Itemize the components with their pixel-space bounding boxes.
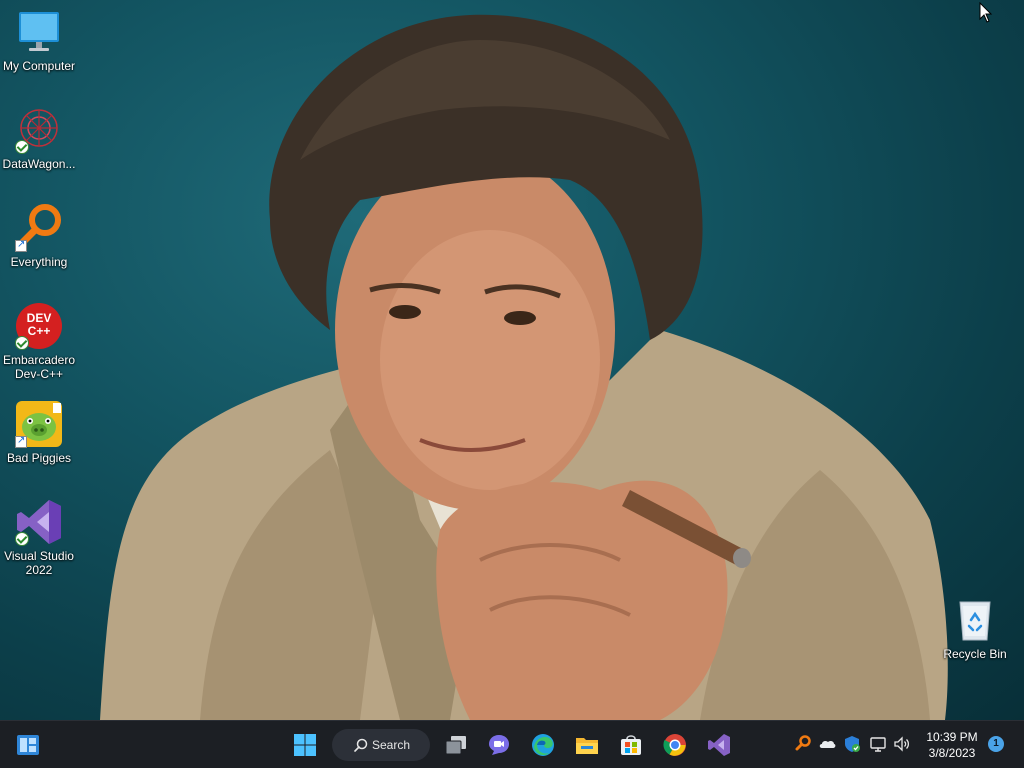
- sync-check-icon: [15, 532, 29, 546]
- mouse-cursor-icon: [979, 2, 993, 23]
- taskbar: Search 10:39 PM 3/8/2023: [0, 720, 1024, 768]
- desktop-icon-label: Bad Piggies: [6, 451, 72, 465]
- notification-badge[interactable]: 1: [988, 736, 1004, 752]
- shortcut-arrow-icon: [15, 434, 27, 448]
- teams-chat-icon: [489, 735, 509, 755]
- search-box[interactable]: Search: [332, 729, 430, 761]
- widgets-button[interactable]: [10, 727, 46, 763]
- clock-date: 3/8/2023: [928, 746, 976, 760]
- desktop-icon-label: Everything: [10, 255, 68, 269]
- edge-button[interactable]: [525, 727, 561, 763]
- desktop-icon-bad-piggies[interactable]: Bad Piggies: [0, 400, 78, 465]
- visual-studio-icon: [708, 734, 730, 756]
- desktop[interactable]: My Computer DataWagon... Everything: [0, 0, 1024, 720]
- devcpp-icon: DEV C++: [15, 302, 63, 350]
- clock-time: 10:39 PM: [926, 730, 978, 744]
- wallpaper: [100, 14, 948, 720]
- desktop-icon-everything[interactable]: Everything: [0, 204, 78, 269]
- task-view-icon: [445, 736, 466, 755]
- file-explorer-button[interactable]: [569, 727, 605, 763]
- desktop-icon-recycle-bin[interactable]: Recycle Bin: [936, 596, 1014, 661]
- store-icon: [621, 735, 641, 755]
- file-explorer-icon: [576, 738, 598, 754]
- shortcut-arrow-icon: [15, 238, 27, 252]
- clock[interactable]: 10:39 PM 3/8/2023: [920, 729, 984, 761]
- desktop-icon-label: Visual Studio 2022: [4, 549, 74, 577]
- datawagon-icon: [15, 106, 63, 154]
- desktop-icon-label: Recycle Bin: [943, 647, 1007, 661]
- widgets-icon: [17, 735, 39, 755]
- desktop-icon-visual-studio[interactable]: Visual Studio 2022: [0, 498, 78, 577]
- desktop-icon-my-computer[interactable]: My Computer: [0, 8, 78, 73]
- network-icon[interactable]: [869, 735, 887, 753]
- visual-studio-taskbar-button[interactable]: [701, 727, 737, 763]
- onedrive-icon[interactable]: [818, 735, 836, 753]
- windows-logo-icon: [294, 734, 316, 756]
- desktop-icon-label: My Computer: [2, 59, 76, 73]
- chrome-icon: [663, 734, 686, 756]
- task-view-button[interactable]: [438, 727, 474, 763]
- volume-icon[interactable]: [893, 735, 911, 753]
- defender-icon[interactable]: [843, 735, 861, 753]
- desktop-icon-datawagon[interactable]: DataWagon...: [0, 106, 78, 171]
- start-button[interactable]: [287, 727, 323, 763]
- edge-icon: [532, 734, 554, 756]
- store-button[interactable]: [613, 727, 649, 763]
- chat-button[interactable]: [481, 727, 517, 763]
- everything-search-tray-icon[interactable]: [794, 735, 812, 753]
- desktop-icon-label: DataWagon...: [2, 157, 76, 171]
- desktop-icon-devcpp[interactable]: DEV C++ Embarcadero Dev-C++: [0, 302, 78, 381]
- sync-check-icon: [15, 336, 29, 350]
- sync-check-icon: [15, 140, 29, 154]
- visual-studio-icon: [15, 498, 63, 546]
- bad-piggies-icon: [15, 400, 63, 448]
- chrome-button[interactable]: [657, 727, 693, 763]
- monitor-icon: [15, 8, 63, 56]
- search-icon: [354, 738, 368, 752]
- devcpp-icon-text: DEV C++: [26, 311, 52, 338]
- search-label: Search: [372, 738, 411, 752]
- desktop-icon-label: Embarcadero Dev-C++: [2, 353, 76, 381]
- everything-magnifier-icon: [15, 204, 63, 252]
- recycle-bin-icon: [951, 596, 999, 644]
